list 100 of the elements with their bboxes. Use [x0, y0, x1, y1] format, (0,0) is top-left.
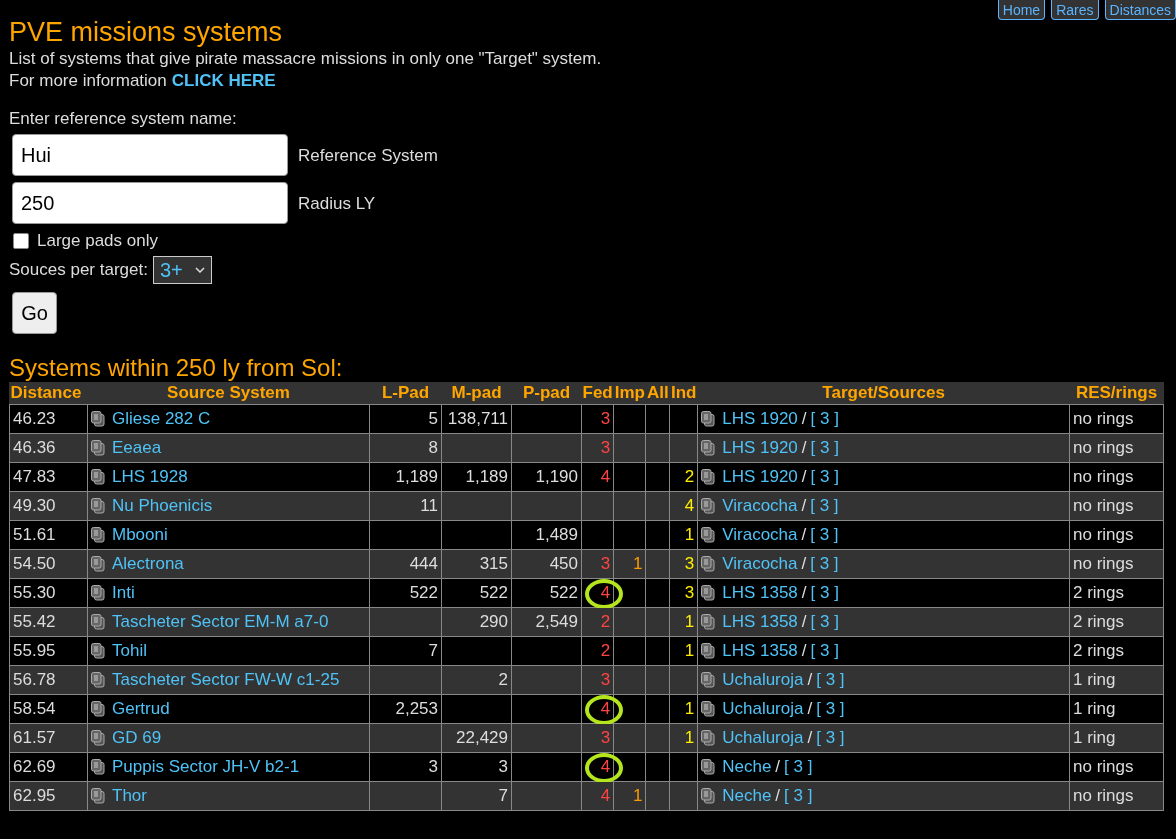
copy-icon[interactable] — [701, 556, 716, 572]
fed-count: 3 — [600, 409, 611, 428]
target-system-link[interactable]: Uchaluroja — [722, 695, 804, 723]
copy-icon[interactable] — [91, 498, 105, 514]
copy-icon[interactable] — [701, 643, 716, 659]
target-system-link[interactable]: Viracocha — [722, 521, 798, 549]
copy-icon[interactable] — [701, 527, 716, 543]
sources-count-link[interactable]: [ 3 ] — [810, 463, 839, 491]
copy-icon[interactable] — [701, 759, 716, 775]
pad-count-cell: 11 — [369, 491, 442, 521]
copy-icon[interactable] — [701, 469, 716, 485]
target-system-link[interactable]: Viracocha — [722, 550, 798, 578]
fed-count: 4 — [600, 699, 611, 718]
source-system-link[interactable]: GD 69 — [112, 724, 162, 752]
separator-text: / — [801, 611, 807, 633]
pad-count-cell: 2 — [441, 665, 512, 695]
sources-count-link[interactable]: [ 3 ] — [810, 608, 839, 636]
copy-icon[interactable] — [91, 701, 105, 717]
copy-icon[interactable] — [701, 788, 716, 804]
rings-cell: no rings — [1069, 404, 1164, 434]
sources-dropdown[interactable]: 3+ — [152, 256, 212, 284]
copy-icon[interactable] — [91, 527, 105, 543]
copy-icon[interactable] — [701, 701, 716, 717]
target-system-link[interactable]: Neche — [722, 782, 772, 810]
ind-count: 3 — [684, 554, 695, 573]
go-button[interactable]: Go — [12, 292, 57, 334]
distance-cell: 46.36 — [9, 433, 88, 463]
distance-cell: 47.83 — [9, 462, 88, 492]
click-here-link[interactable]: CLICK HERE — [171, 71, 276, 90]
nav-button[interactable]: Home — [997, 0, 1046, 20]
target-system-link[interactable]: LHS 1358 — [722, 579, 798, 607]
target-system-link[interactable]: LHS 1920 — [722, 405, 798, 433]
target-system-link[interactable]: LHS 1920 — [722, 463, 798, 491]
source-system-link[interactable]: Inti — [112, 579, 135, 607]
copy-icon[interactable] — [91, 672, 105, 688]
target-system-link[interactable]: Uchaluroja — [722, 724, 804, 752]
copy-icon[interactable] — [91, 440, 105, 456]
large-pads-checkbox[interactable] — [13, 233, 29, 249]
reference-system-input[interactable]: Hui — [12, 134, 288, 176]
copy-icon[interactable] — [91, 614, 105, 630]
column-header: Ind — [669, 382, 698, 405]
column-header: Distance — [9, 382, 88, 405]
source-system-link[interactable]: Gertrud — [112, 695, 170, 723]
source-system-link[interactable]: Thor — [112, 782, 147, 810]
radius-input[interactable]: 250 — [12, 182, 288, 224]
source-system-link[interactable]: Tohil — [112, 637, 147, 665]
source-system-link[interactable]: Eeaea — [112, 434, 162, 462]
copy-icon[interactable] — [91, 643, 105, 659]
ind-count: 1 — [684, 641, 695, 660]
copy-icon[interactable] — [91, 730, 105, 746]
sources-count-link[interactable]: [ 3 ] — [810, 492, 839, 520]
copy-icon[interactable] — [701, 672, 716, 688]
distance-cell: 55.30 — [9, 578, 88, 608]
copy-icon[interactable] — [91, 788, 105, 804]
copy-icon[interactable] — [91, 411, 105, 427]
separator-text: / — [801, 495, 807, 517]
pad-count-cell: 3 — [441, 752, 512, 782]
copy-icon[interactable] — [91, 556, 105, 572]
sources-count-link[interactable]: [ 3 ] — [810, 434, 839, 462]
target-system-link[interactable]: LHS 1358 — [722, 637, 798, 665]
sources-count-link[interactable]: [ 3 ] — [810, 637, 839, 665]
copy-icon[interactable] — [701, 411, 716, 427]
distance-cell: 56.78 — [9, 665, 88, 695]
nav-button[interactable]: Rares — [1051, 0, 1099, 20]
target-system-link[interactable]: Viracocha — [722, 492, 798, 520]
copy-icon[interactable] — [701, 730, 716, 746]
source-system-link[interactable]: Mbooni — [112, 521, 168, 549]
target-system-link[interactable]: LHS 1358 — [722, 608, 798, 636]
copy-icon[interactable] — [91, 759, 105, 775]
target-system-link[interactable]: Neche — [722, 753, 772, 781]
sources-count-link[interactable]: [ 3 ] — [816, 666, 845, 694]
separator-text: / — [801, 524, 807, 546]
nav-button[interactable]: Distances — [1104, 0, 1176, 20]
copy-icon[interactable] — [701, 440, 716, 456]
copy-icon[interactable] — [91, 469, 105, 485]
target-system-link[interactable]: LHS 1920 — [722, 434, 798, 462]
copy-icon[interactable] — [701, 498, 716, 514]
sources-count-link[interactable]: [ 3 ] — [810, 579, 839, 607]
copy-icon[interactable] — [91, 585, 105, 601]
rings-cell: 1 ring — [1069, 723, 1164, 753]
sources-count-link[interactable]: [ 3 ] — [784, 782, 813, 810]
separator-text: / — [801, 582, 807, 604]
radius-label: Radius LY — [298, 194, 376, 214]
sources-count-link[interactable]: [ 3 ] — [810, 550, 839, 578]
sources-count-link[interactable]: [ 3 ] — [810, 405, 839, 433]
target-system-link[interactable]: Uchaluroja — [722, 666, 804, 694]
sources-count-link[interactable]: [ 3 ] — [816, 724, 845, 752]
pad-count-cell — [441, 694, 512, 724]
copy-icon[interactable] — [701, 614, 716, 630]
sources-count-link[interactable]: [ 3 ] — [810, 521, 839, 549]
sources-count-link[interactable]: [ 3 ] — [784, 753, 813, 781]
pad-count-cell — [441, 433, 512, 463]
column-header: Imp — [613, 382, 646, 405]
rings-cell: 2 rings — [1069, 636, 1164, 666]
copy-icon[interactable] — [701, 585, 716, 601]
distance-cell: 55.95 — [9, 636, 88, 666]
ind-count: 1 — [684, 699, 695, 718]
fed-count: 3 — [600, 438, 611, 457]
sources-count-link[interactable]: [ 3 ] — [816, 695, 845, 723]
distance-cell: 58.54 — [9, 694, 88, 724]
